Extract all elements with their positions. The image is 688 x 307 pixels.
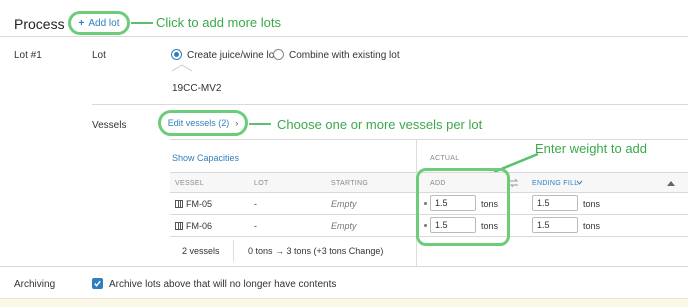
archive-checkbox-label: Archive lots above that will no longer h… — [109, 279, 337, 290]
table-row-lot: - — [254, 199, 257, 209]
lot-label: Lot — [92, 50, 106, 61]
edit-vessels-button[interactable]: Edit vessels (2) › — [158, 110, 248, 136]
table-row-starting: Empty — [331, 221, 357, 231]
divider — [0, 266, 688, 267]
chevron-right-icon: › — [235, 118, 239, 128]
archiving-label: Archiving — [14, 279, 56, 290]
col-starting: STARTING — [331, 180, 369, 187]
sort-up-icon[interactable] — [667, 180, 675, 186]
lot-section-label: Lot #1 — [14, 50, 42, 61]
tank-icon — [175, 222, 183, 230]
annotation-arrow-line — [249, 123, 271, 125]
table-row-vessel: FM-05 — [175, 199, 212, 209]
checkmark-icon — [94, 280, 101, 287]
tank-icon — [175, 200, 183, 208]
caret-up-icon — [172, 64, 192, 72]
radio-combine-lot[interactable] — [273, 49, 284, 60]
ending-fill-input[interactable]: 1.5 — [532, 217, 578, 233]
edit-vessels-label: Edit vessels (2) — [167, 118, 230, 128]
archive-checkbox[interactable] — [92, 278, 103, 289]
ending-fill-input[interactable]: 1.5 — [532, 195, 578, 211]
radio-create-lot-label: Create juice/wine lot — [187, 50, 278, 61]
chevron-down-icon[interactable] — [576, 180, 583, 186]
weight-change-summary: 0 tons → 3 tons (+3 tons Change) — [248, 246, 384, 256]
add-lot-label: Add lot — [88, 17, 120, 29]
table-row-starting: Empty — [331, 199, 357, 209]
annotation-highlight-box — [416, 168, 510, 246]
plus-icon: + — [78, 17, 85, 29]
ending-unit: tons — [583, 199, 601, 209]
add-lot-button[interactable]: + Add lot — [68, 11, 130, 35]
vessels-label: Vessels — [92, 120, 127, 131]
radio-create-lot[interactable] — [171, 49, 182, 60]
col-vessel: VESSEL — [175, 180, 205, 187]
actual-header: ACTUAL — [430, 155, 460, 162]
radio-combine-lot-label: Combine with existing lot — [289, 50, 400, 61]
annotation-vessels: Choose one or more vessels per lot — [277, 117, 483, 132]
footer-bar — [0, 298, 688, 307]
annotation-add-lots: Click to add more lots — [156, 15, 281, 30]
divider — [170, 139, 688, 140]
table-row-lot: - — [254, 221, 257, 231]
ending-unit: tons — [583, 221, 601, 231]
divider — [92, 104, 688, 105]
annotation-weight: Enter weight to add — [535, 141, 648, 156]
swap-icon[interactable] — [509, 179, 519, 187]
table-row-vessel: FM-06 — [175, 221, 212, 231]
divider-vertical — [233, 240, 234, 262]
col-ending-fill[interactable]: ENDING FILL — [532, 180, 578, 187]
lot-code: 19CC-MV2 — [172, 83, 222, 94]
show-capacities-link[interactable]: Show Capacities — [172, 153, 239, 163]
vessel-count: 2 vessels — [182, 246, 220, 256]
divider — [0, 36, 688, 37]
annotation-arrow-line — [131, 22, 153, 24]
col-lot: LOT — [254, 180, 269, 187]
